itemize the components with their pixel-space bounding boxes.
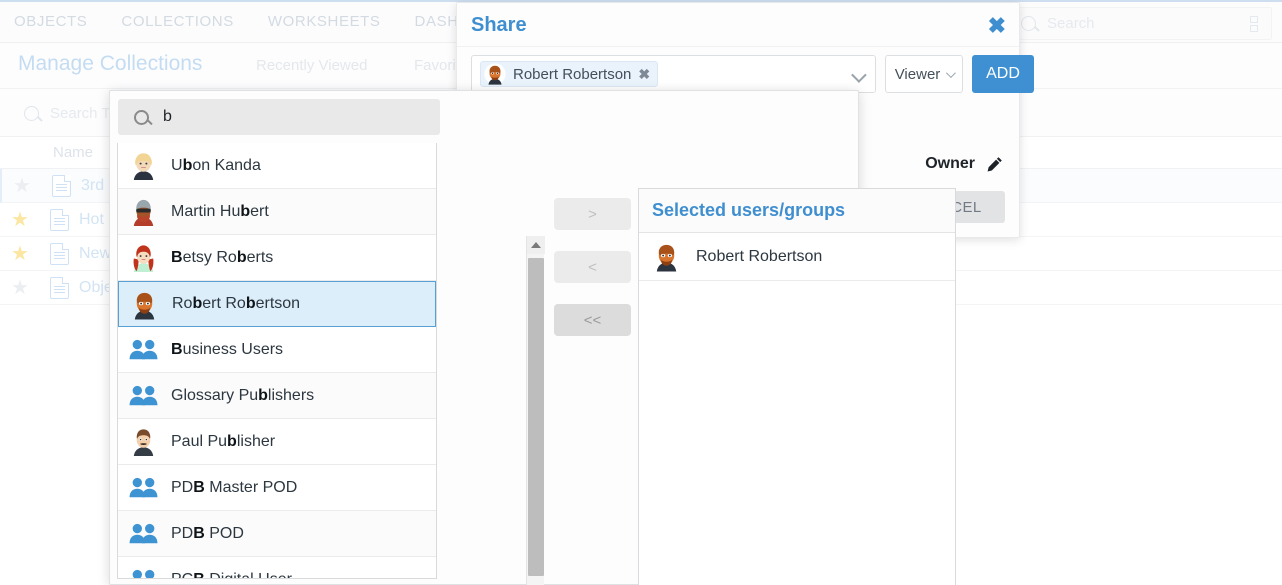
- list-item[interactable]: Glossary Publishers: [118, 373, 436, 419]
- group-icon: [128, 337, 159, 363]
- row-name: Obje: [79, 279, 113, 297]
- search-icon: [1021, 16, 1036, 31]
- favorite-star-icon[interactable]: ★: [2, 176, 42, 196]
- top-nav-items: OBJECTS COLLECTIONS WORKSHEETS DASHBOARD: [14, 13, 515, 30]
- avatar: [484, 63, 506, 85]
- group-icon: [128, 521, 159, 547]
- list-item[interactable]: Ubon Kanda: [118, 143, 436, 189]
- group-icon: [128, 475, 159, 501]
- owner-label: Owner: [925, 155, 975, 173]
- list-item-label: PCB Digital User: [171, 571, 292, 580]
- list-item-selected[interactable]: Robert Robertson: [118, 281, 436, 327]
- avatar: [129, 289, 160, 320]
- recipient-chip[interactable]: Robert Robertson ✖: [480, 61, 658, 87]
- close-icon[interactable]: ✖: [988, 15, 1006, 37]
- tab-recently-viewed[interactable]: Recently Viewed: [256, 57, 367, 74]
- list-item[interactable]: Martin Hubert: [118, 189, 436, 235]
- list-item[interactable]: Paul Publisher: [118, 419, 436, 465]
- list-item[interactable]: PDB Master POD: [118, 465, 436, 511]
- list-item[interactable]: Business Users: [118, 327, 436, 373]
- picker-search-input[interactable]: b: [118, 99, 440, 135]
- move-all-left-button[interactable]: <<: [554, 304, 631, 336]
- list-item-label: Robert Robertson: [172, 295, 300, 313]
- document-icon: [52, 175, 71, 197]
- list-item[interactable]: PCB Digital User: [118, 557, 436, 579]
- app-root: OBJECTS COLLECTIONS WORKSHEETS DASHBOARD…: [0, 0, 1282, 585]
- list-item[interactable]: PDB POD: [118, 511, 436, 557]
- add-button[interactable]: ADD: [972, 55, 1034, 93]
- nav-item-objects[interactable]: OBJECTS: [14, 13, 87, 30]
- role-dropdown-value: Viewer: [895, 66, 941, 83]
- picker-search-wrapper: b: [118, 99, 440, 135]
- list-item-label: Betsy Roberts: [171, 249, 273, 267]
- list-item-label: Business Users: [171, 341, 283, 359]
- page-title: Manage Collections: [18, 52, 202, 76]
- document-icon: [50, 277, 69, 299]
- document-icon: [50, 209, 69, 231]
- recipient-chip-label: Robert Robertson: [513, 66, 631, 83]
- chevron-down-icon: [946, 68, 956, 78]
- avatar: [128, 196, 159, 227]
- list-scrollbar[interactable]: [526, 236, 544, 585]
- transfer-buttons: > < <<: [554, 198, 631, 336]
- grid-toggle-icon[interactable]: [1250, 16, 1259, 33]
- row-name: New: [79, 245, 111, 263]
- group-icon: [128, 567, 159, 580]
- favorite-star-icon[interactable]: ★: [0, 244, 40, 264]
- share-input-row: Robert Robertson ✖ Viewer ADD: [471, 55, 1034, 93]
- chevron-down-icon[interactable]: [851, 67, 867, 83]
- document-icon: [50, 243, 69, 265]
- avatar: [651, 241, 682, 272]
- list-item-label: Glossary Publishers: [171, 387, 314, 405]
- nav-item-worksheets[interactable]: WORKSHEETS: [268, 13, 381, 30]
- selected-users-panel: Selected users/groups Robert Robertson: [638, 188, 956, 585]
- list-item[interactable]: Betsy Roberts: [118, 235, 436, 281]
- search-icon: [24, 106, 39, 121]
- favorite-star-icon[interactable]: ★: [0, 278, 40, 298]
- edit-pencil-icon[interactable]: [987, 156, 1003, 172]
- selected-panel-header: Selected users/groups: [639, 189, 955, 233]
- list-item-label: PDB Master POD: [171, 479, 297, 497]
- share-recipient-input[interactable]: Robert Robertson ✖: [471, 55, 876, 93]
- list-item-label: Ubon Kanda: [171, 157, 261, 175]
- list-item-label: PDB POD: [171, 525, 244, 543]
- global-search-field[interactable]: Search: [1010, 7, 1272, 40]
- avatar: [128, 426, 159, 457]
- owner-row: Owner: [925, 155, 1003, 173]
- share-dialog-header: Share ✖: [457, 3, 1019, 47]
- avatar: [128, 242, 159, 273]
- list-item-label: Paul Publisher: [171, 433, 275, 451]
- global-search-placeholder: Search: [1047, 15, 1095, 32]
- picker-search-value: b: [163, 108, 172, 126]
- column-header-name: Name: [53, 144, 93, 161]
- scroll-up-arrow-icon[interactable]: [527, 236, 545, 254]
- search-icon: [134, 110, 149, 125]
- list-item-label: Robert Robertson: [696, 248, 822, 266]
- list-item[interactable]: Robert Robertson: [639, 233, 955, 281]
- user-group-picker: b Ubon Kanda: [109, 90, 859, 585]
- move-left-button[interactable]: <: [554, 251, 631, 283]
- group-icon: [128, 383, 159, 409]
- nav-item-collections[interactable]: COLLECTIONS: [121, 13, 233, 30]
- list-item-label: Martin Hubert: [171, 203, 269, 221]
- remove-chip-icon[interactable]: ✖: [638, 66, 650, 83]
- selected-panel-title: Selected users/groups: [652, 200, 845, 221]
- table-search-placeholder: Search T: [50, 105, 111, 122]
- role-dropdown[interactable]: Viewer: [885, 55, 963, 93]
- move-right-button[interactable]: >: [554, 198, 631, 230]
- favorite-star-icon[interactable]: ★: [0, 210, 40, 230]
- avatar: [128, 150, 159, 181]
- share-dialog-title: Share: [471, 14, 527, 37]
- scrollbar-thumb[interactable]: [528, 258, 544, 576]
- available-users-list[interactable]: Ubon Kanda Martin Hubert: [117, 143, 437, 579]
